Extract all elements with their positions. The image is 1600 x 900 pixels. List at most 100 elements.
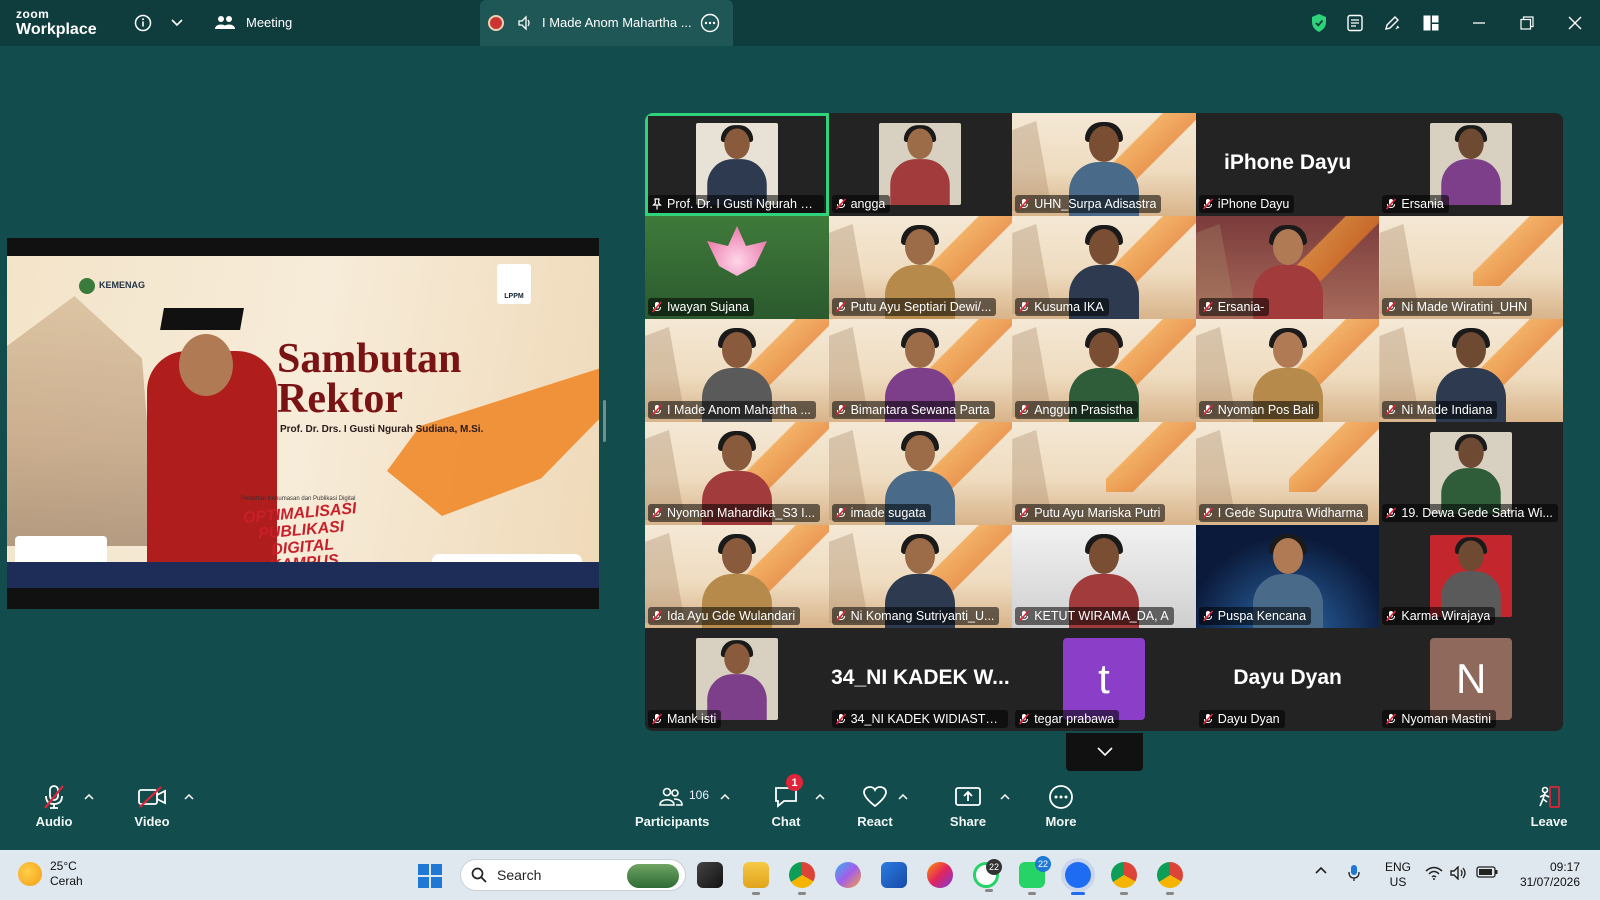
shared-screen[interactable]: KEMENAG LPPM Sambutan Rektor Prof. Dr. D… xyxy=(7,238,599,609)
store-icon[interactable] xyxy=(881,862,907,888)
participant-nameplate: Karma Wirajaya xyxy=(1382,607,1496,625)
participant-tile[interactable]: Nyoman Pos Bali xyxy=(1195,319,1380,422)
participant-tile[interactable]: Ni Made Wiratini_UHN xyxy=(1379,216,1563,319)
file-explorer-icon[interactable] xyxy=(743,862,769,895)
gallery-next-page-button[interactable] xyxy=(1066,733,1143,771)
participant-tile[interactable]: Iwayan Sujana xyxy=(645,216,829,319)
participant-tile[interactable]: Dayu Dyan Dayu Dyan xyxy=(1195,628,1380,731)
participant-tile[interactable]: UHN_Surpa Adisastra xyxy=(1012,113,1196,216)
participant-tile[interactable]: I Made Anom Mahartha ... xyxy=(645,319,829,422)
participant-tile[interactable]: Anggun Prasistha xyxy=(1012,319,1196,422)
participant-tile[interactable]: Bimantara Sewana Parta xyxy=(828,319,1013,422)
show-hidden-icons-chevron-icon[interactable] xyxy=(1315,865,1327,877)
participant-tile[interactable]: 19. Dewa Gede Satria Wi... xyxy=(1379,422,1563,525)
muted-mic-icon xyxy=(1019,198,1030,210)
slide-heading-line2: Rektor xyxy=(277,376,403,422)
more-options-icon[interactable] xyxy=(699,12,721,34)
muted-mic-icon xyxy=(1386,198,1397,210)
windows-start-icon[interactable] xyxy=(418,864,442,888)
participant-tile[interactable]: Kusuma IKA xyxy=(1012,216,1196,319)
participant-tile[interactable]: Ida Ayu Gde Wulandari xyxy=(645,525,829,628)
audio-options-caret[interactable] xyxy=(84,792,94,802)
react-options-caret[interactable] xyxy=(898,792,908,802)
whatsapp-icon[interactable]: 22 xyxy=(973,859,1002,892)
participant-tile[interactable]: iPhone Dayu iPhone Dayu xyxy=(1195,113,1380,216)
participant-name: I Made Anom Mahartha ... xyxy=(667,403,811,417)
wifi-icon[interactable] xyxy=(1425,866,1443,883)
audio-button[interactable]: Audio xyxy=(34,780,74,829)
participant-nameplate: Bimantara Sewana Parta xyxy=(831,401,995,419)
battery-icon[interactable] xyxy=(1476,866,1498,881)
participant-tile[interactable]: N Nyoman Mastini xyxy=(1379,628,1563,731)
chevron-down-icon[interactable] xyxy=(166,12,188,34)
participant-video-figure xyxy=(1441,537,1501,617)
chrome-icon[interactable] xyxy=(789,862,815,895)
muted-mic-icon xyxy=(1202,404,1213,416)
participant-tile[interactable]: Prof. Dr. I Gusti Ngurah S... xyxy=(645,113,829,216)
split-view-divider[interactable] xyxy=(603,400,606,442)
active-speaker-tab[interactable]: I Made Anom Mahartha ... xyxy=(480,0,733,46)
notes-icon[interactable] xyxy=(1344,12,1366,34)
task-view-icon[interactable] xyxy=(697,862,723,888)
chat-button[interactable]: 1 Chat xyxy=(768,774,804,829)
chat-label: Chat xyxy=(771,814,801,829)
participant-tile[interactable]: Ersania- xyxy=(1195,216,1380,319)
participant-tile[interactable]: 34_NI KADEK W... 34_NI KADEK WIDIASTUTI xyxy=(828,628,1013,731)
participants-button[interactable]: 106 Participants xyxy=(635,780,709,829)
participant-tile[interactable]: Ni Made Indiana xyxy=(1379,319,1563,422)
minimize-icon[interactable] xyxy=(1468,12,1490,34)
react-label: React xyxy=(857,814,893,829)
view-layout-icon[interactable] xyxy=(1420,12,1442,34)
share-options-caret[interactable] xyxy=(1000,792,1010,802)
muted-mic-icon xyxy=(1019,301,1030,313)
meeting-tab-label[interactable]: Meeting xyxy=(246,15,292,30)
participant-tile[interactable]: Putu Ayu Mariska Putri xyxy=(1012,422,1196,525)
participant-tile[interactable]: Ersania xyxy=(1379,113,1563,216)
chrome-profile-2-icon[interactable] xyxy=(1111,862,1137,895)
lotus-flower-image xyxy=(707,226,767,276)
whatsapp-business-icon[interactable]: 22 xyxy=(1019,856,1051,895)
participants-options-caret[interactable] xyxy=(720,792,730,802)
leave-button[interactable]: Leave xyxy=(1528,780,1570,829)
participant-tile[interactable]: Mank isti xyxy=(645,628,829,731)
microphone-icon[interactable] xyxy=(1348,864,1360,885)
firefox-icon[interactable] xyxy=(927,862,953,888)
participant-tile[interactable]: Ni Komang Sutriyanti_U... xyxy=(828,525,1013,628)
chrome-profile-3-icon[interactable] xyxy=(1157,862,1183,895)
participant-tile[interactable]: KETUT WIRAMA_DA, A xyxy=(1012,525,1196,628)
whatsapp-business-badge: 22 xyxy=(1035,856,1051,872)
system-clock[interactable]: 09:17 31/07/2026 xyxy=(1510,860,1580,890)
weather-widget[interactable]: 25°C Cerah xyxy=(18,859,83,889)
participant-nameplate: 34_NI KADEK WIDIASTUTI xyxy=(831,710,1008,728)
annotate-pen-icon[interactable] xyxy=(1381,12,1403,34)
participant-tile[interactable]: angga xyxy=(828,113,1013,216)
participant-tile[interactable]: imade sugata xyxy=(828,422,1013,525)
volume-icon[interactable] xyxy=(1450,865,1468,883)
participant-tile[interactable]: Karma Wirajaya xyxy=(1379,525,1563,628)
muted-mic-icon xyxy=(1202,507,1213,519)
input-language[interactable]: ENG US xyxy=(1385,860,1411,890)
more-button[interactable]: More xyxy=(1042,780,1080,829)
participant-tile[interactable]: Nyoman Mahardika_S3 I... xyxy=(645,422,829,525)
zoom-taskbar-icon[interactable] xyxy=(1065,862,1091,895)
participant-tile[interactable]: Puspa Kencana xyxy=(1195,525,1380,628)
share-button[interactable]: Share xyxy=(948,780,988,829)
participant-tile[interactable]: Putu Ayu Septiari Dewi/... xyxy=(828,216,1013,319)
participant-tile[interactable]: I Gede Suputra Widharma xyxy=(1195,422,1380,525)
participant-video-frame xyxy=(695,123,778,205)
security-shield-icon[interactable] xyxy=(1308,12,1330,34)
taskbar-search[interactable]: Search xyxy=(460,859,686,891)
leave-label: Leave xyxy=(1530,814,1568,829)
close-icon[interactable] xyxy=(1564,12,1586,34)
participant-name: Putu Ayu Septiari Dewi/... xyxy=(850,300,992,314)
muted-mic-icon xyxy=(835,198,846,210)
restore-window-icon[interactable] xyxy=(1516,12,1538,34)
copilot-icon[interactable] xyxy=(835,862,861,888)
chat-options-caret[interactable] xyxy=(815,792,825,802)
react-button[interactable]: React xyxy=(856,780,894,829)
clock-time: 09:17 xyxy=(1549,860,1580,874)
info-icon[interactable] xyxy=(132,12,154,34)
participant-tile[interactable]: t tegar prabawa xyxy=(1012,628,1196,731)
video-options-caret[interactable] xyxy=(184,792,194,802)
video-button[interactable]: Video xyxy=(131,780,173,829)
